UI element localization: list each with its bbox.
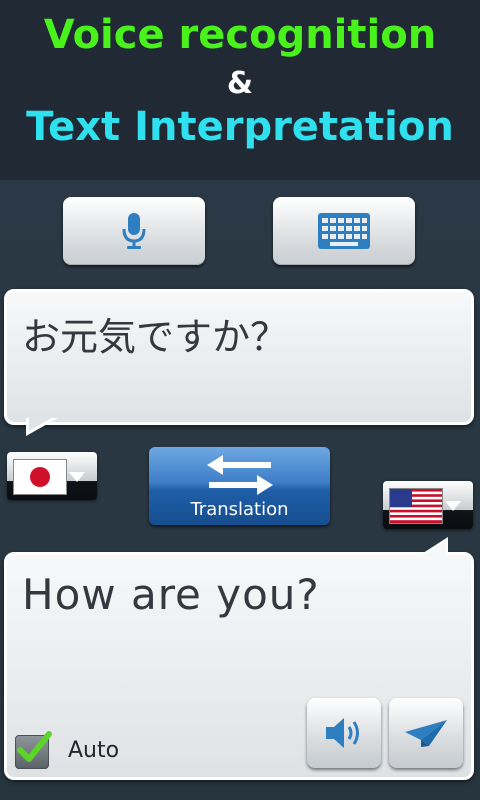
- title-voice-recognition: Voice recognition: [43, 12, 437, 58]
- japan-flag-icon: [13, 459, 67, 495]
- us-flag-icon: [389, 488, 443, 524]
- chevron-down-icon: [445, 501, 461, 511]
- auto-label: Auto: [68, 738, 120, 763]
- source-language-selector[interactable]: [7, 452, 97, 500]
- translation-label: Translation: [190, 499, 289, 520]
- voice-input-button[interactable]: [63, 197, 205, 265]
- keyboard-icon: [318, 213, 370, 249]
- app-header: Voice recognition & Text Interpretation: [0, 0, 480, 180]
- translation-button[interactable]: Translation: [149, 447, 330, 525]
- checkmark-icon: [17, 731, 52, 762]
- target-bubble-tail-inner: [424, 541, 446, 555]
- source-text[interactable]: お元気ですか？: [22, 306, 288, 361]
- target-language-selector[interactable]: [383, 481, 473, 529]
- speaker-icon: [326, 718, 359, 748]
- paper-plane-icon: [405, 720, 447, 747]
- swap-arrows-icon: [207, 455, 273, 495]
- microphone-icon: [122, 213, 146, 249]
- keyboard-input-button[interactable]: [273, 197, 415, 265]
- auto-checkbox[interactable]: [15, 731, 52, 769]
- send-button[interactable]: [389, 698, 463, 768]
- speak-button[interactable]: [307, 698, 381, 768]
- translated-text: How are you?: [22, 570, 320, 619]
- title-text-interpretation: Text Interpretation: [26, 104, 454, 150]
- source-bubble-tail-inner: [29, 416, 55, 431]
- title-ampersand: &: [226, 66, 254, 101]
- chevron-down-icon: [69, 472, 85, 482]
